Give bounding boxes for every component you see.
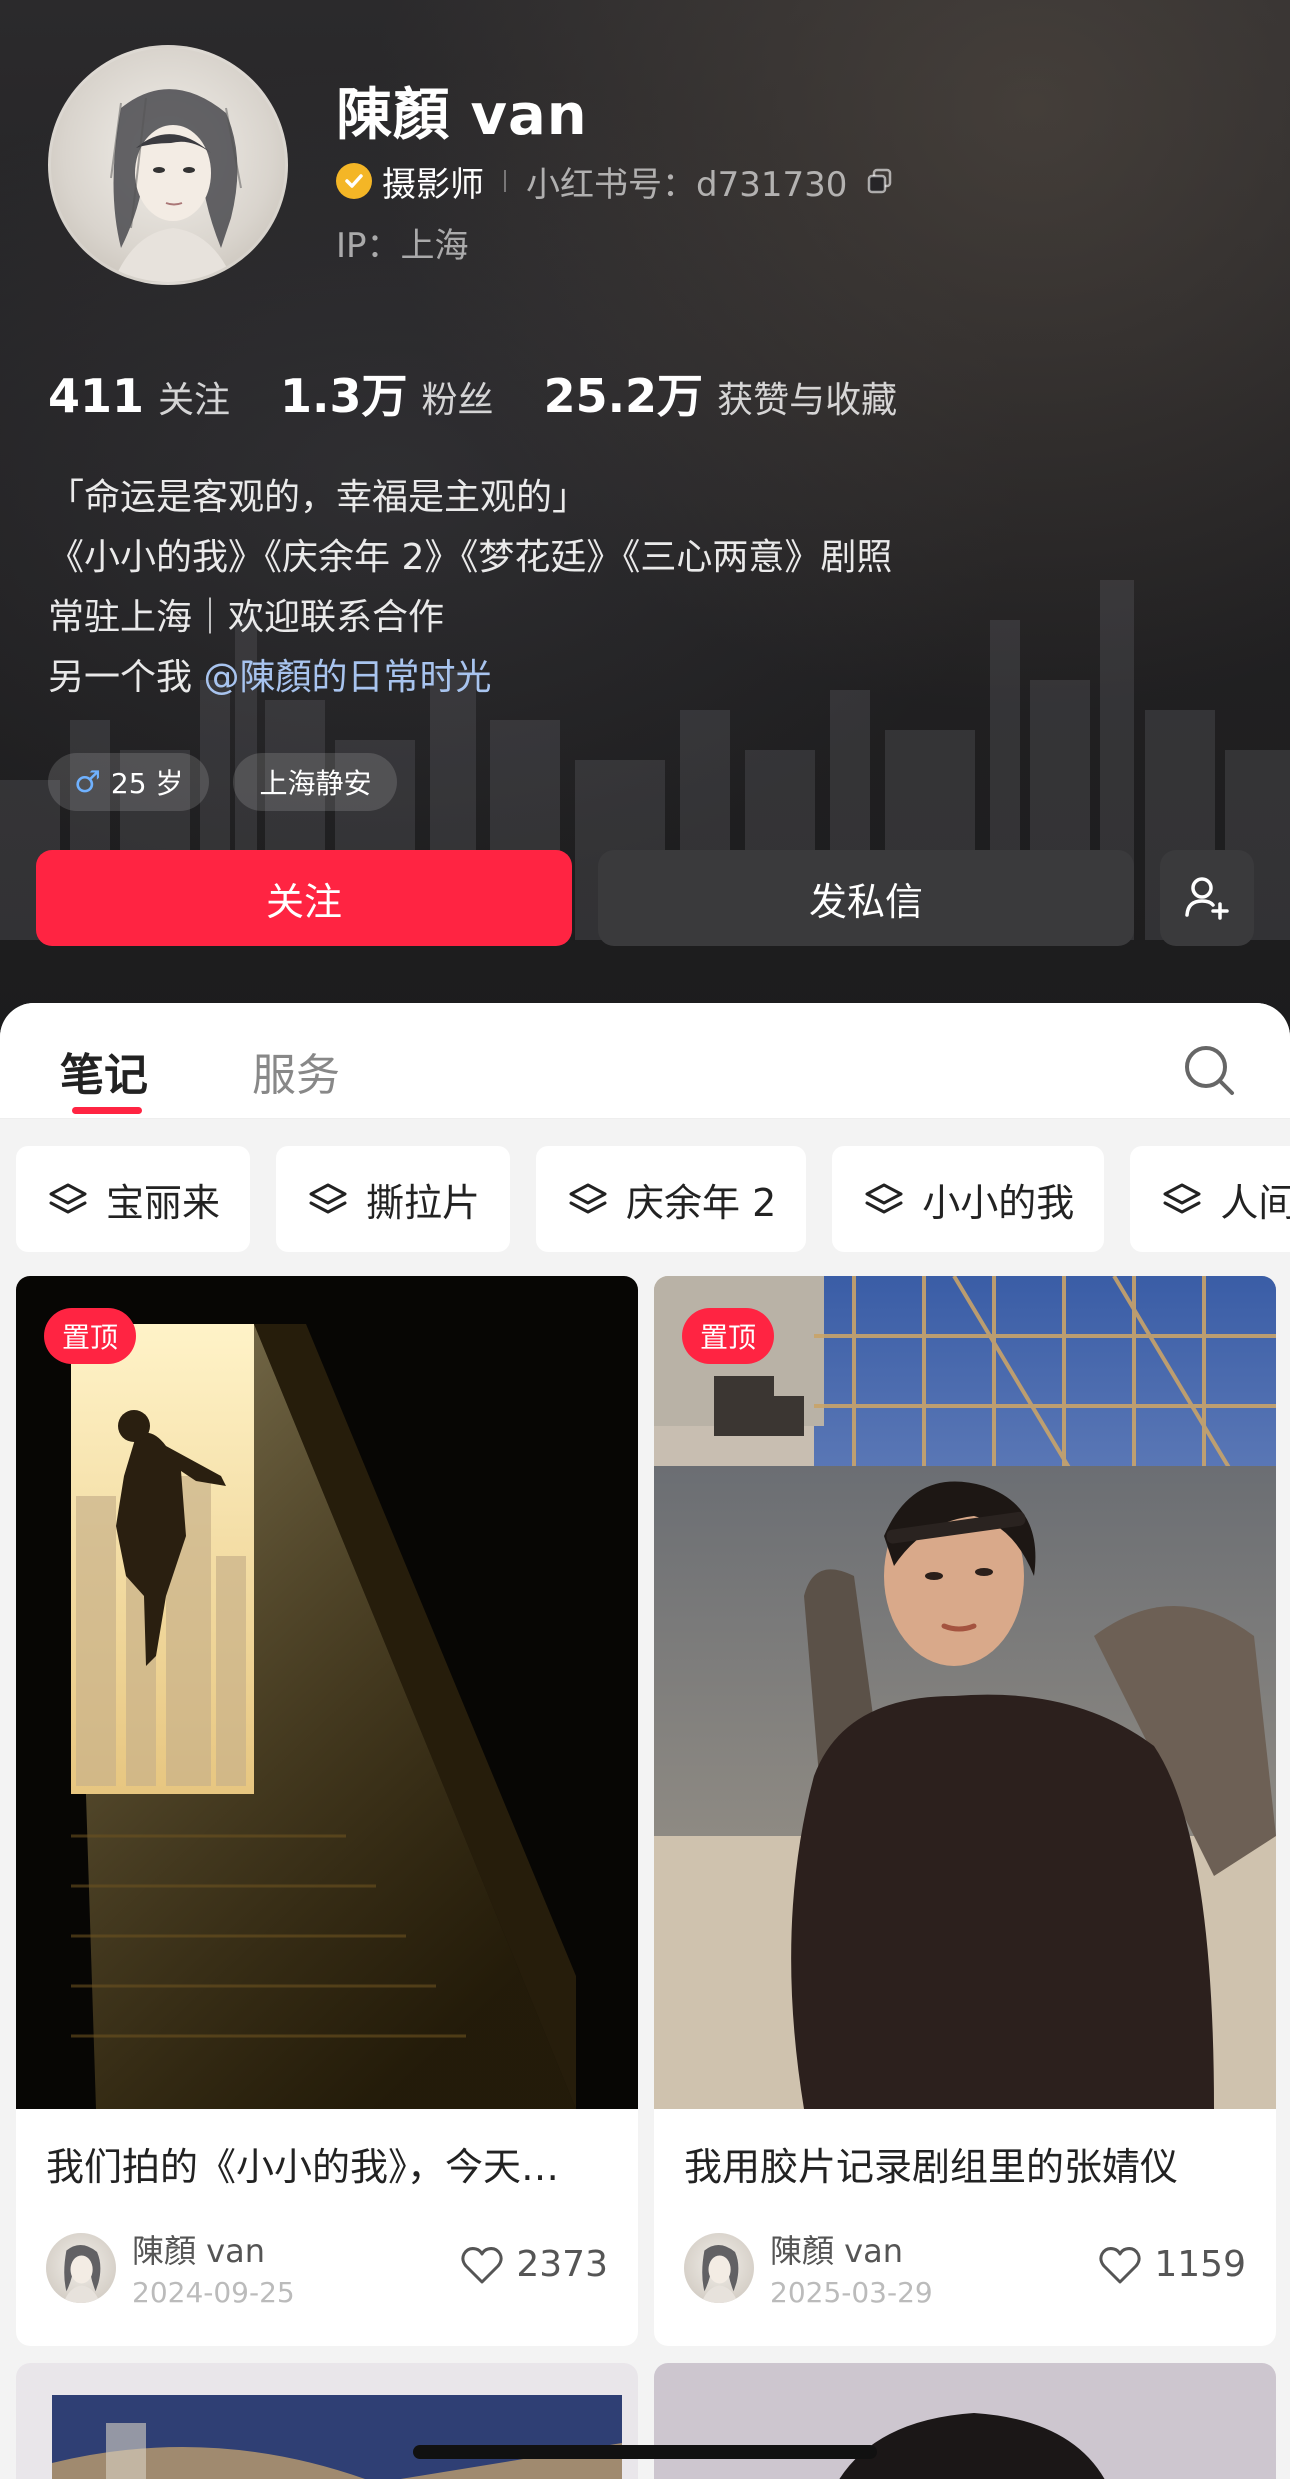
author-name: 陳顏 van <box>770 2232 904 2270</box>
add-friend-button[interactable] <box>1160 850 1254 946</box>
bio-line: 另一个我 @陳顏的日常时光 <box>48 648 892 708</box>
layers-icon <box>309 1183 347 1214</box>
like-count: 1159 <box>1154 2244 1246 2285</box>
layers-icon <box>1163 1183 1201 1214</box>
bio-line: 常驻上海｜欢迎联系合作 <box>48 597 445 638</box>
profile-bio: 「命运是客观的，幸福是主观的」 《小小的我》《庆余年 2》《梦花廷》《三心两意》… <box>48 468 892 708</box>
tab-service[interactable]: 服务 <box>252 1039 340 1103</box>
bio-text: 另一个我 <box>48 657 204 698</box>
collection-chips: 宝丽来 撕拉片 庆余年 2 小小的我 人间 <box>16 1146 1290 1252</box>
staircase-light-photo <box>16 1276 638 2109</box>
verified-badge-icon <box>336 163 372 199</box>
note-title: 我们拍的《小小的我》，今天… <box>46 2145 560 2189</box>
pinned-badge: 置顶 <box>682 1308 775 1364</box>
post-date: 2024-09-25 <box>132 2276 295 2309</box>
ip-location: IP：上海 <box>336 226 469 266</box>
note-cover-image: 置顶 <box>16 1276 638 2109</box>
stat-number: 1.3万 <box>280 369 408 423</box>
stat-label: 获赞与收藏 <box>717 380 898 421</box>
profile-meta: 摄影师 小红书号：d731730 <box>336 158 895 205</box>
stat-likes-collects[interactable]: 25.2万 获赞与收藏 <box>544 360 898 426</box>
stat-number: 25.2万 <box>543 369 704 423</box>
male-gender-icon: ♂ <box>74 764 101 800</box>
stat-label: 粉丝 <box>421 380 494 421</box>
bio-line: 「命运是客观的，幸福是主观的」 <box>48 477 589 518</box>
note-cover-image <box>654 2363 1276 2479</box>
collection-chip[interactable]: 庆余年 2 <box>536 1146 807 1252</box>
collection-chip[interactable]: 人间 <box>1130 1146 1290 1252</box>
layers-icon <box>49 1183 87 1214</box>
collection-chip[interactable]: 小小的我 <box>832 1146 1105 1252</box>
pinned-badge: 置顶 <box>44 1308 137 1364</box>
profile-name: 陳顏 van <box>336 83 588 148</box>
chip-label: 小小的我 <box>922 1180 1075 1225</box>
note-author[interactable]: 陳顏 van 2025-03-29 <box>684 2226 933 2309</box>
note-card[interactable]: 置顶 我用胶片记录剧组里的张婧仪 陳顏 van 2025-03-29 1159 <box>654 1276 1276 2346</box>
tab-notes[interactable]: 笔记 <box>60 1039 148 1103</box>
stat-number: 411 <box>48 369 145 423</box>
profile-role: 摄影师 <box>382 164 484 205</box>
note-author[interactable]: 陳顏 van 2024-09-25 <box>46 2226 295 2309</box>
stat-followers[interactable]: 1.3万 粉丝 <box>280 360 494 426</box>
search-button[interactable] <box>1180 1041 1240 1101</box>
home-indicator[interactable] <box>413 2445 877 2459</box>
content-panel: 笔记 服务 宝丽来 撕拉片 庆余年 2 小小的我 人间 置顶 我们拍的《小小的我… <box>0 1003 1290 2479</box>
meta-divider <box>504 170 506 192</box>
author-name: 陳顏 van <box>132 2232 266 2270</box>
bio-line: 《小小的我》《庆余年 2》《梦花廷》《三心两意》剧照 <box>48 537 893 578</box>
chip-label: 撕拉片 <box>366 1180 481 1225</box>
layers-icon <box>865 1183 903 1214</box>
chip-label: 宝丽来 <box>106 1180 221 1225</box>
note-card[interactable]: 置顶 我们拍的《小小的我》，今天… 陳顏 van 2024-09-25 2373 <box>16 1276 638 2346</box>
chip-label: 庆余年 2 <box>626 1180 777 1225</box>
film-portrait-photo <box>654 1276 1276 2109</box>
post-date: 2025-03-29 <box>770 2276 933 2309</box>
follow-button[interactable]: 关注 <box>36 850 572 946</box>
author-avatar <box>46 2232 116 2303</box>
add-user-icon <box>1185 877 1229 920</box>
search-icon <box>1185 1046 1234 1095</box>
active-tab-indicator <box>72 1107 142 1114</box>
message-button[interactable]: 发私信 <box>598 850 1134 946</box>
heart-icon <box>1099 2246 1141 2283</box>
collection-chip[interactable]: 撕拉片 <box>276 1146 511 1252</box>
collection-chip[interactable]: 宝丽来 <box>16 1146 251 1252</box>
avatar-portrait-illustration <box>110 89 242 282</box>
layers-icon <box>569 1183 607 1214</box>
stat-label: 关注 <box>158 380 231 421</box>
profile-tags: ♂ 25 岁 上海静安 <box>48 753 421 811</box>
stat-following[interactable]: 411 关注 <box>48 369 230 423</box>
note-card[interactable] <box>16 2363 638 2479</box>
rednote-id: 小红书号：d731730 <box>526 164 848 205</box>
like-button[interactable]: 1159 <box>1098 2244 1246 2285</box>
like-button[interactable]: 2373 <box>460 2244 608 2285</box>
tab-bar: 笔记 服务 <box>0 1003 1290 1119</box>
heart-icon <box>461 2246 503 2283</box>
profile-actions: 关注 发私信 <box>36 850 1254 946</box>
profile-stats: 411 关注 1.3万 粉丝 25.2万 获赞与收藏 <box>48 360 947 426</box>
like-count: 2373 <box>516 2244 608 2285</box>
chip-label: 人间 <box>1220 1180 1290 1225</box>
age-text: 25 岁 <box>110 767 184 800</box>
copy-icon[interactable] <box>865 166 895 196</box>
note-cover-image: 置顶 <box>654 1276 1276 2109</box>
profile-header: 陳顏 van 摄影师 小红书号：d731730 IP：上海 411 关注 1.3… <box>0 0 1290 1060</box>
profile-avatar[interactable] <box>48 45 288 285</box>
location-tag: 上海静安 <box>233 753 398 811</box>
note-cover-image <box>16 2363 638 2479</box>
age-tag: ♂ 25 岁 <box>48 753 210 811</box>
location-text: 上海静安 <box>259 767 372 800</box>
note-title: 我用胶片记录剧组里的张婧仪 <box>684 2145 1179 2189</box>
bio-mention-link[interactable]: @陳顏的日常时光 <box>203 657 491 698</box>
note-card[interactable] <box>654 2363 1276 2479</box>
author-avatar <box>684 2232 754 2303</box>
